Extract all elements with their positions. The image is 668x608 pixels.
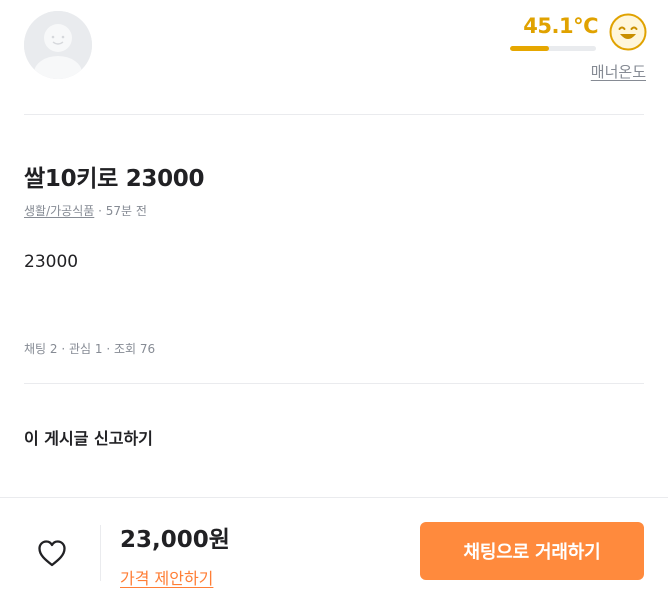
smiling-face-icon — [609, 13, 647, 51]
seller-avatar[interactable] — [24, 11, 92, 79]
post-body: 23000 — [24, 252, 79, 272]
manner-temperature-label[interactable]: 매너온도 — [591, 61, 646, 82]
heart-outline-icon[interactable] — [36, 538, 68, 568]
manner-temperature-bar — [510, 46, 596, 51]
price-offer-link[interactable]: 가격 제안하기 — [120, 565, 213, 589]
chat-trade-button[interactable]: 채팅으로 거래하기 — [420, 522, 644, 580]
price: 23,000원 — [120, 527, 230, 553]
bottom-action-bar: 23,000원 가격 제안하기 채팅으로 거래하기 — [0, 497, 668, 608]
post-title: 쌀10키로 23000 — [24, 166, 205, 192]
manner-temperature-value: 45.1℃ — [523, 14, 598, 38]
divider — [24, 383, 644, 384]
manner-temperature[interactable]: 45.1℃ 매너온도 — [508, 6, 648, 84]
post-time: 57분 전 — [105, 204, 147, 218]
vertical-divider — [100, 525, 101, 581]
default-user-avatar-icon — [24, 11, 92, 79]
post-meta: 생활/가공식품 · 57분 전 — [24, 202, 147, 219]
post-category-link[interactable]: 생활/가공식품 — [24, 204, 94, 218]
divider — [24, 114, 644, 115]
meta-separator: · — [94, 204, 106, 218]
post-counts: 채팅 2 · 관심 1 · 조회 76 — [24, 342, 156, 356]
manner-temperature-fill — [510, 46, 549, 51]
report-post-link[interactable]: 이 게시글 신고하기 — [24, 425, 153, 449]
